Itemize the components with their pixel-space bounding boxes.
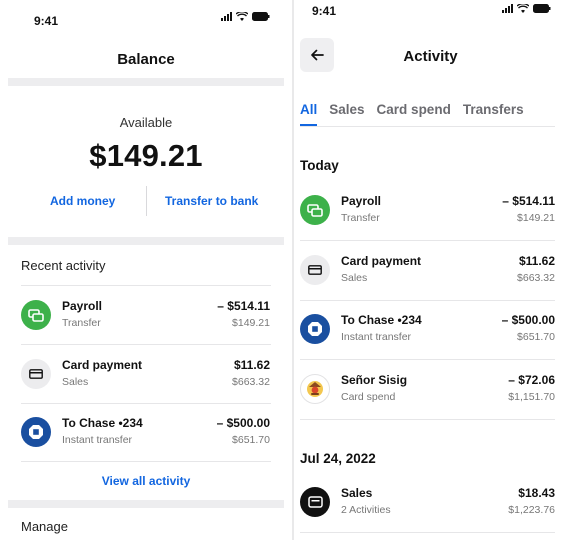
actions-divider [146,186,147,216]
activity-amount: $11.62 [518,254,555,268]
activity-type: Card spend [341,391,396,403]
activity-amount: – $500.00 [501,313,555,327]
card-icon [300,255,330,285]
wifi-icon [236,12,248,21]
tabs-divider [300,126,555,127]
status-bar: 9:41 [0,0,292,36]
activity-type: Transfer [341,212,380,224]
transfer-icon [21,300,51,330]
available-label: Available [119,115,173,130]
activity-amount: $11.62 [233,358,270,372]
activity-name: Card payment [62,358,143,372]
system-icons [502,4,551,13]
divider [300,532,555,533]
divider [300,419,555,420]
transfer-to-bank-button[interactable]: Transfer to bank [165,194,258,208]
activity-type: Sales [341,272,368,284]
running-balance: $651.70 [232,434,270,446]
balance-amount: $149.21 [89,138,203,173]
senor-sisig-logo-icon [300,374,330,404]
activity-type: 2 Activities [341,504,391,516]
activity-row-sales[interactable]: Sales 2 Activities $18.43 $1,223.76 [300,473,555,531]
activity-amount: $18.43 [518,486,555,500]
activity-row-payroll[interactable]: Payroll Transfer – $514.11 $149.21 [300,181,555,239]
divider [21,461,271,462]
activity-amount: – $514.11 [502,194,555,208]
running-balance: $149.21 [232,317,270,329]
recent-activity-title: Recent activity [21,258,106,273]
running-balance: $663.32 [232,376,270,388]
sales-register-icon [300,487,330,517]
activity-name: To Chase •234 [62,416,143,430]
activity-row-card-payment[interactable]: Card payment Sales $11.62 $663.32 [300,241,555,299]
section-divider [8,500,284,508]
cellular-signal-icon [221,12,232,21]
section-divider [8,237,284,245]
activity-tabs: All Sales Card spend Transfers [300,102,536,126]
activity-type: Instant transfer [341,331,412,343]
card-icon [21,359,51,389]
activity-name: To Chase •234 [341,313,422,327]
activity-row-senor-sisig[interactable]: Señor Sisig Card spend – $72.06 $1,151.7… [300,360,555,418]
battery-icon [533,4,551,13]
system-icons [221,12,270,21]
transfer-icon [300,195,330,225]
activity-name: Señor Sisig [341,373,408,387]
chase-logo-icon [300,314,330,344]
activity-type: Instant transfer [62,434,133,446]
activity-name: Sales [341,486,373,500]
cellular-signal-icon [502,4,513,13]
tab-sales[interactable]: Sales [329,102,364,117]
activity-row-to-chase[interactable]: To Chase •234 Instant transfer – $500.00… [300,300,555,358]
balance-screen: 9:41 Balance Available $149.21 Add money… [0,0,292,540]
manage-section-title: Manage [21,519,68,534]
status-time: 9:41 [312,4,337,18]
chase-logo-icon [21,417,51,447]
activity-amount: – $72.06 [508,373,555,387]
activity-screen: 9:41 Activity All Sales Card spend Trans… [294,0,567,540]
activity-name: Payroll [341,194,382,208]
activity-amount: – $514.11 [217,299,270,313]
activity-amount: – $500.00 [216,416,270,430]
activity-type: Transfer [62,317,101,329]
activity-name: Card payment [341,254,422,268]
running-balance: $149.21 [517,212,555,224]
page-title: Balance [117,51,175,68]
tab-card-spend[interactable]: Card spend [377,102,451,117]
tab-all[interactable]: All [300,102,318,126]
activity-row-card-payment[interactable]: Card payment Sales $11.62 $663.32 [21,345,270,403]
activity-type: Sales [62,376,89,388]
running-balance: $1,223.76 [508,504,555,516]
status-time: 9:41 [34,14,59,28]
battery-icon [252,12,270,21]
running-balance: $651.70 [517,331,555,343]
running-balance: $1,151.70 [508,391,555,403]
group-title-date: Jul 24, 2022 [300,451,376,466]
add-money-button[interactable]: Add money [50,194,115,208]
section-divider [8,78,284,86]
activity-row-payroll[interactable]: Payroll Transfer – $514.11 $149.21 [21,286,270,344]
wifi-icon [517,4,529,13]
activity-name: Payroll [62,299,103,313]
running-balance: $663.32 [517,272,555,284]
activity-row-to-chase[interactable]: To Chase •234 Instant transfer – $500.00… [21,403,270,461]
group-title-today: Today [300,158,339,173]
view-all-activity-link[interactable]: View all activity [0,474,292,488]
status-bar: 9:41 [294,0,567,36]
page-title: Activity [403,48,458,65]
tab-transfers[interactable]: Transfers [463,102,524,117]
